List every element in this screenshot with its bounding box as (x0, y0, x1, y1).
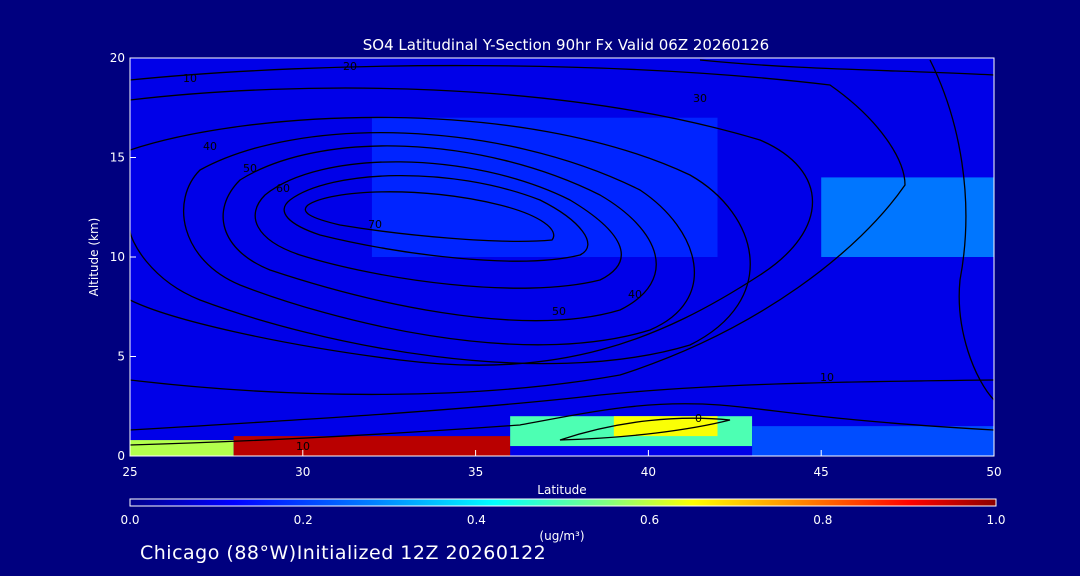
colorbar-tick-label: 0.2 (294, 513, 313, 527)
contour-label: 30 (693, 92, 707, 105)
contour-label: 20 (343, 60, 357, 73)
y-tick-label: 10 (110, 250, 125, 264)
x-tick-label: 40 (641, 465, 656, 479)
x-tick-label: 45 (814, 465, 829, 479)
contour-label: 0 (695, 412, 702, 425)
plot-area (130, 58, 994, 456)
contour-label: 70 (368, 218, 382, 231)
colorbar-tick-label: 0.8 (813, 513, 832, 527)
colorbar-tick-label: 0.6 (640, 513, 659, 527)
contour-label: 10 (183, 72, 197, 85)
y-tick-label: 15 (110, 151, 125, 165)
y-tick-label: 20 (110, 51, 125, 65)
chart-title: SO4 Latitudinal Y-Section 90hr Fx Valid … (363, 36, 769, 54)
x-tick-label: 30 (295, 465, 310, 479)
colorbar-tick-label: 0.4 (467, 513, 486, 527)
y-tick-label: 0 (117, 449, 125, 463)
field-cell (821, 177, 994, 257)
contour-label: 60 (276, 182, 290, 195)
colorbar (129, 498, 997, 507)
x-axis-label: Latitude (537, 483, 586, 497)
x-tick-label: 50 (986, 465, 1001, 479)
colorbar-tick-label: 0.0 (120, 513, 139, 527)
x-tick-label: 25 (122, 465, 137, 479)
colorbar-label: (ug/m³) (539, 529, 584, 543)
x-tick-label: 35 (468, 465, 483, 479)
contour-label: 40 (628, 288, 642, 301)
y-tick-label: 5 (117, 350, 125, 364)
footer-caption: Chicago (88°W)Initialized 12Z 20260122 (140, 542, 547, 564)
field-cell (752, 426, 994, 456)
colorbar-tick-label: 1.0 (986, 513, 1005, 527)
contour-label: 50 (243, 162, 257, 175)
y-axis-label: Altitude (km) (87, 218, 101, 297)
chart-figure: SO4 Latitudinal Y-Section 90hr Fx Valid … (87, 36, 1006, 543)
contour-label: 40 (203, 140, 217, 153)
contour-label: 50 (552, 305, 566, 318)
contour-label: 10 (820, 371, 834, 384)
